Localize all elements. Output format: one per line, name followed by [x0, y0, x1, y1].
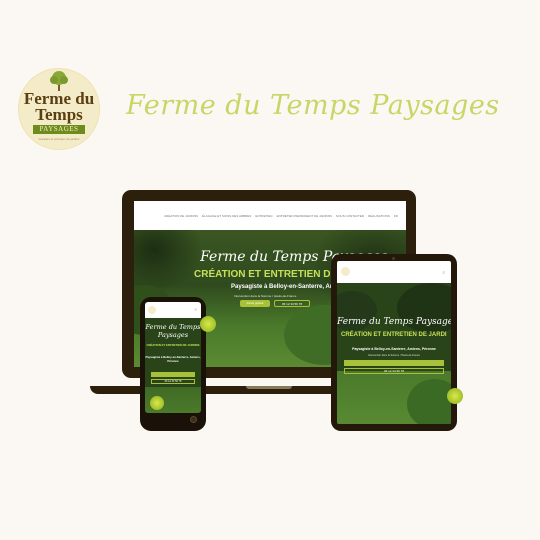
- award-badge-icon: [150, 396, 164, 410]
- phone-screen: ≡ Ferme du Temps Paysages CRÉATION ET EN…: [145, 302, 201, 413]
- page-headline: Ferme du Temps Paysages: [126, 90, 500, 121]
- quote-button[interactable]: Devis gratuit: [240, 300, 270, 307]
- logo-line-2: Temps: [35, 105, 83, 124]
- tablet-navbar: ≡: [337, 261, 451, 283]
- logo-tag: PAYSAGES: [33, 125, 85, 134]
- tablet-phone-button[interactable]: 06 12 34 56 78: [344, 368, 444, 374]
- phone-hero-title: Ferme du Temps Paysages: [145, 323, 201, 339]
- home-button[interactable]: [190, 416, 197, 423]
- nav-item-elagage[interactable]: ÉLAGAGE ET SOINS DES ARBRES: [202, 214, 251, 218]
- logo-tagline: Création et entretien de jardins: [38, 137, 80, 141]
- nav-item-language[interactable]: FR: [394, 214, 398, 218]
- phone-button[interactable]: 06 12 34 56 78: [274, 300, 310, 307]
- tablet-hero-location: Paysagiste à Belloy-en-Santerre, Amiens,…: [352, 347, 436, 351]
- laptop-notch: [246, 386, 292, 389]
- laptop-hero-small: Intervention dans la Somme / Hauts-de-Fr…: [234, 294, 297, 298]
- camera-icon: [392, 257, 395, 260]
- phone-navbar: ≡: [145, 302, 201, 318]
- phone-hero-location: Paysagiste à Belloy-en-Santerre, Amiens,…: [145, 355, 201, 363]
- mini-logo-icon[interactable]: [148, 306, 156, 314]
- phone-hero-subtitle: CRÉATION ET ENTRETIEN DE JARDINS: [146, 343, 200, 347]
- nav-item-realisations[interactable]: RÉALISATIONS: [368, 214, 390, 218]
- tablet-screen: ≡ Ferme du Temps Paysages CRÉATION ET EN…: [337, 261, 451, 424]
- brand-logo: Ferme du Temps PAYSAGES Création et entr…: [18, 68, 100, 150]
- award-badge-icon: [200, 316, 216, 332]
- tablet-hero-small: Intervention dans la Somme / Hauts-de-Fr…: [368, 354, 420, 357]
- menu-icon[interactable]: ≡: [443, 270, 445, 275]
- nav-item-entretien-permanent[interactable]: ENTRETIEN PERMANENT DE JARDINS: [277, 214, 332, 218]
- tablet-hero-subtitle: CRÉATION ET ENTRETIEN DE JARDI: [341, 332, 447, 338]
- tablet-hero-title: Ferme du Temps Paysages: [337, 317, 451, 327]
- nav-item-creation[interactable]: CRÉATION DE JARDINS: [164, 214, 198, 218]
- mini-logo-icon[interactable]: [341, 267, 350, 276]
- nav-item-entretien[interactable]: ENTRETIEN: [255, 214, 272, 218]
- award-badge-icon: [447, 388, 463, 404]
- phone-call-button[interactable]: 06 12 34 56 78: [151, 379, 195, 384]
- menu-icon[interactable]: ≡: [195, 307, 197, 312]
- tablet-quote-button[interactable]: [344, 360, 444, 366]
- phone-quote-button[interactable]: [151, 372, 195, 377]
- laptop-navbar: CRÉATION DE JARDINS ÉLAGAGE ET SOINS DES…: [134, 201, 406, 230]
- nav-item-contact[interactable]: NOUS CONTACTER: [336, 214, 364, 218]
